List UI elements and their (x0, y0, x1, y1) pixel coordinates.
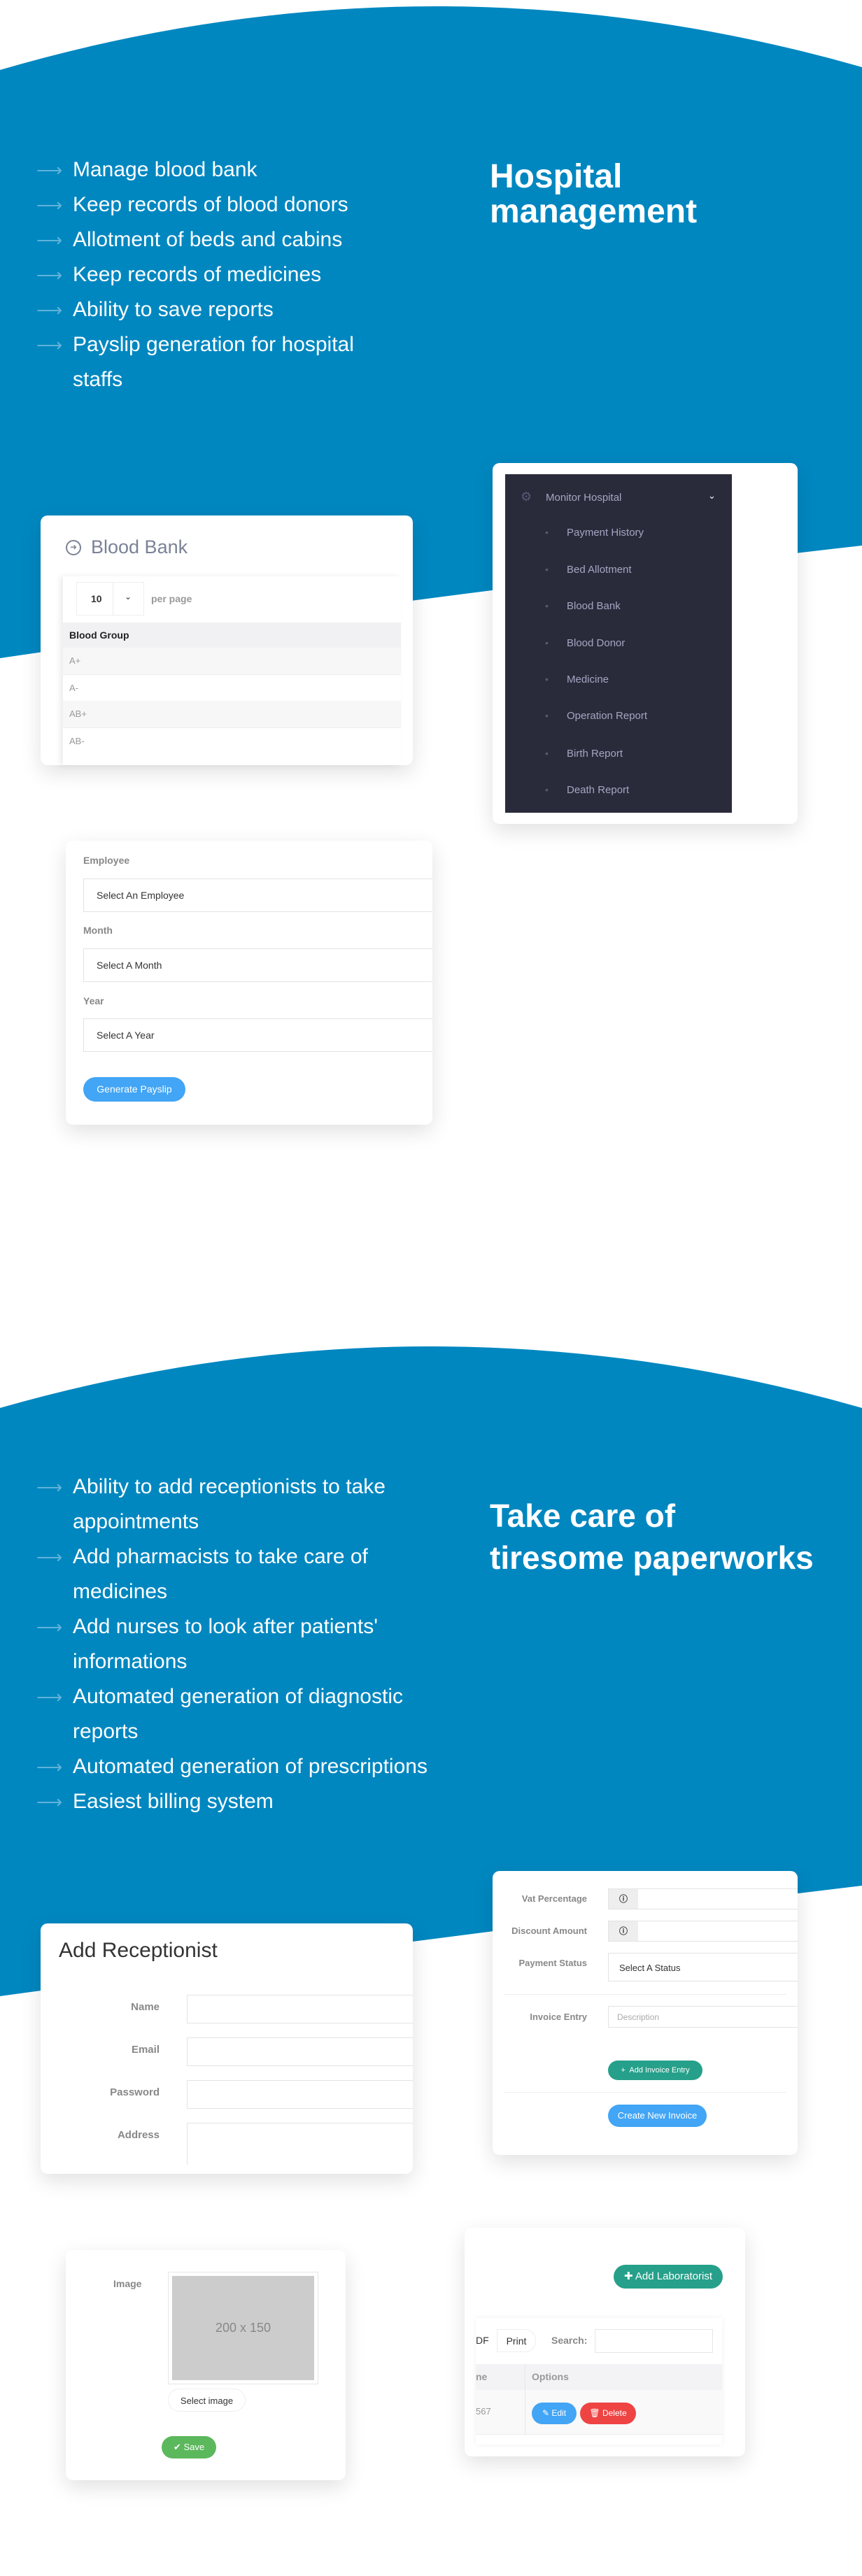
arrow-right-icon: ⟶ (36, 1686, 63, 1707)
chevron-down-icon: ⌄ (125, 592, 132, 602)
year-select[interactable]: Select A Year (83, 1018, 432, 1052)
arrow-right-icon: ⟶ (36, 1546, 63, 1567)
arrow-right-icon: ⟶ (36, 334, 63, 355)
feature-item: ⟶ Payslip generation for hospital staffs (36, 327, 400, 397)
add-laboratorist-button[interactable]: ✚ Add Laboratorist (614, 2265, 723, 2289)
feature-list-2: ⟶ Ability to add receptionists to take ap… (36, 1470, 428, 1819)
description-input[interactable]: Description (608, 2006, 798, 2028)
arrow-right-icon: ⟶ (36, 1791, 63, 1812)
arrow-circle-right-icon: ➜ (66, 540, 81, 555)
table-row: AB+ (63, 701, 401, 727)
feature-item: ⟶ Ability to save reports (36, 292, 400, 327)
plus-icon: ✚ (624, 2270, 633, 2282)
discount-input[interactable]: ⓘ (608, 1921, 798, 1942)
select-image-button[interactable]: Select image (168, 2389, 246, 2412)
arrow-right-icon: ⟶ (36, 264, 63, 285)
arrow-right-icon: ⟶ (36, 299, 63, 320)
info-icon: ⓘ (609, 1921, 638, 1941)
pencil-icon: ✎ (542, 2408, 550, 2418)
feature-item: ⟶ Manage blood bank (36, 152, 400, 187)
section-title-1: Hospital management (490, 158, 698, 230)
arrow-right-icon: ⟶ (36, 229, 63, 250)
arrow-right-icon: ⟶ (36, 159, 63, 180)
month-select[interactable]: Select A Month (83, 948, 432, 982)
card-title: Blood Bank (91, 536, 188, 557)
image-preview: 200 x 150 (168, 2272, 318, 2384)
feature-item: ⟶ Keep records of blood donors (36, 187, 400, 222)
invoice-card: Vat Percentage ⓘ Discount Amount ⓘ Payme… (493, 1871, 798, 2155)
delete-button[interactable]: 🗑 Delete (580, 2403, 636, 2424)
employee-select[interactable]: Select An Employee (83, 878, 432, 912)
add-receptionist-card: Add Receptionist Name Email Password Add… (41, 1923, 413, 2174)
arrow-right-icon: ⟶ (36, 1616, 63, 1637)
table-row: AB- (63, 727, 401, 754)
table-row: A+ (63, 648, 401, 674)
arrow-right-icon: ⟶ (36, 1476, 63, 1497)
search-input[interactable] (595, 2329, 713, 2353)
arrow-right-icon: ⟶ (36, 194, 63, 215)
blood-bank-card: ➜ Blood Bank 10 ⌄ per page Blood Group A… (41, 515, 413, 765)
generate-payslip-button[interactable]: Generate Payslip (83, 1077, 185, 1102)
table-header: Blood Group (63, 622, 401, 648)
table-row: A- (63, 674, 401, 701)
trash-icon: 🗑 (589, 2408, 600, 2418)
name-input[interactable] (187, 1995, 413, 2023)
payment-status-select[interactable]: Select A Status (608, 1953, 798, 1981)
feature-item: ⟶ Keep records of medicines (36, 257, 400, 292)
per-page-select[interactable]: 10 ⌄ (76, 582, 144, 615)
save-button[interactable]: ✔ Save (162, 2436, 216, 2458)
password-input[interactable] (187, 2080, 413, 2109)
feature-item: ⟶ Add nurses to look after patients' info… (36, 1609, 428, 1679)
print-button[interactable]: Print (497, 2329, 536, 2352)
feature-item: ⟶ Automated generation of diagnostic repo… (36, 1679, 428, 1749)
pdf-button[interactable]: DF (476, 2329, 494, 2352)
check-icon: ✔ (173, 2442, 181, 2452)
vat-input[interactable]: ⓘ (608, 1888, 798, 1909)
add-invoice-entry-button[interactable]: + Add Invoice Entry (608, 2061, 702, 2080)
arrow-right-icon: ⟶ (36, 1756, 63, 1777)
feature-item: ⟶ Allotment of beds and cabins (36, 222, 400, 257)
feature-item: ⟶ Automated generation of prescriptions (36, 1749, 428, 1784)
edit-button[interactable]: ✎ Edit (532, 2403, 577, 2424)
gear-icon: ⚙ (521, 490, 532, 504)
section-title-2: Take care of tiresome paperworks (490, 1497, 814, 1576)
image-upload-card: Image 200 x 150 Select image ✔ Save (66, 2250, 346, 2480)
email-input[interactable] (187, 2037, 413, 2066)
feature-list-1: ⟶ Manage blood bank ⟶ Keep records of bloo… (36, 152, 400, 397)
payslip-card: Employee Select An Employee Month Select… (66, 841, 432, 1125)
laboratorist-card: ✚ Add Laboratorist DF Print Search: ne O… (465, 2228, 745, 2456)
feature-item: ⟶ Easiest billing system (36, 1784, 428, 1819)
info-icon: ⓘ (609, 1889, 638, 1909)
plus-icon: + (621, 2066, 626, 2075)
address-input[interactable] (187, 2123, 413, 2165)
feature-item: ⟶ Add pharmacists to take care of medicin… (36, 1539, 428, 1609)
card-title: Add Receptionist (59, 1939, 218, 1962)
create-invoice-button[interactable]: Create New Invoice (608, 2105, 707, 2127)
sidebar-menu: ⚙ Monitor Hospital ⌄ • Payment History • B… (505, 474, 732, 813)
table-row: 567 ✎ Edit 🗑 Delete (476, 2390, 722, 2435)
chevron-down-icon: ⌄ (708, 490, 716, 501)
feature-item: ⟶ Ability to add receptionists to take ap… (36, 1470, 428, 1539)
